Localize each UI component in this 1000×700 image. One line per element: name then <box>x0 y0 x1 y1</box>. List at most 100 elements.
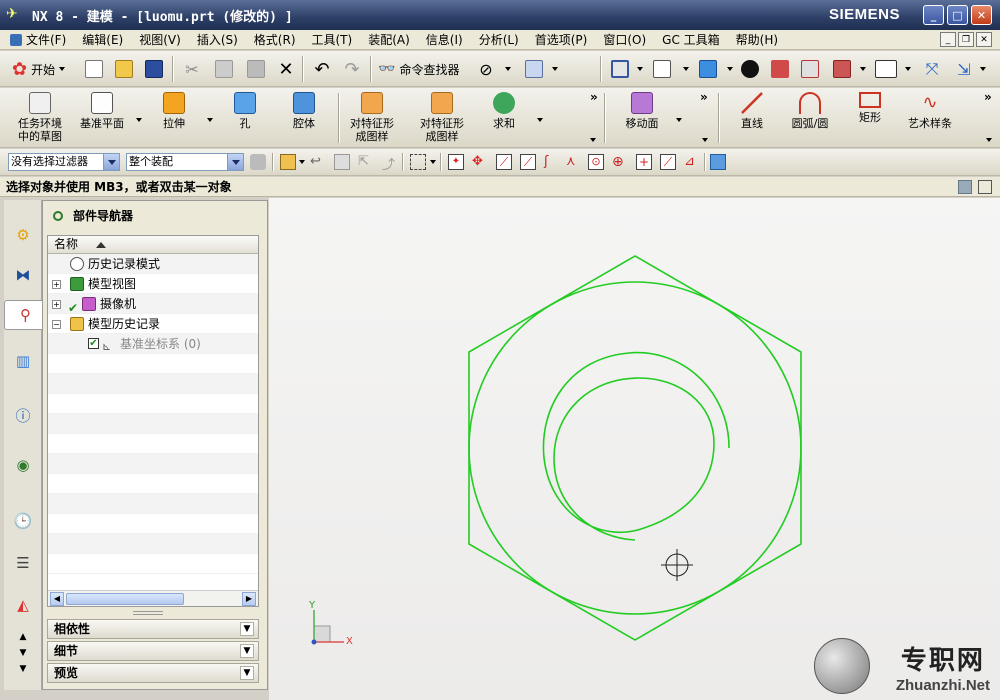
menu-tools[interactable]: 工具(T) <box>312 31 353 48</box>
mdi-minimize-button[interactable]: _ <box>940 32 956 47</box>
menu-gc-toolkit[interactable]: GC 工具箱 <box>662 31 720 48</box>
expand-icon[interactable]: + <box>52 300 61 309</box>
chevron-down-icon[interactable] <box>299 160 305 164</box>
snap-existing-point-icon[interactable]: ✥ <box>472 154 488 170</box>
menu-preferences[interactable]: 首选项(P) <box>535 31 588 48</box>
type-filter-select[interactable]: 没有选择过滤器 <box>8 153 120 171</box>
full-screen-icon[interactable] <box>978 180 992 194</box>
wcs-button[interactable]: ⤧ <box>920 57 944 81</box>
edit-section-button[interactable] <box>830 57 854 81</box>
pattern-feature-button-2[interactable]: 对特征形 成图样 <box>410 90 474 146</box>
select-feature-icon[interactable]: ⤴ <box>382 154 398 173</box>
menu-view[interactable]: 视图(V) <box>139 31 181 48</box>
move-face-button[interactable]: 移动面 <box>610 90 674 146</box>
delete-button[interactable]: ✕ <box>274 57 298 81</box>
work-layer-button[interactable] <box>872 57 900 81</box>
chevron-down-icon[interactable] <box>683 67 689 71</box>
rectangle-select-icon[interactable] <box>410 154 426 170</box>
toolbar-overflow[interactable]: » <box>984 90 992 104</box>
open-button[interactable] <box>112 57 136 81</box>
menu-help[interactable]: 帮助(H) <box>736 31 778 48</box>
menu-information[interactable]: 信息(I) <box>426 31 463 48</box>
edit-object-display-button[interactable] <box>522 57 546 81</box>
chevron-down-icon[interactable] <box>430 160 436 164</box>
sketch-in-task-button[interactable]: 任务环境 中的草图 <box>8 90 72 146</box>
save-button[interactable] <box>142 57 166 81</box>
select-body-icon[interactable] <box>710 154 726 170</box>
unite-button[interactable]: 求和 <box>472 90 536 146</box>
extrude-button[interactable]: 拉伸 <box>142 90 206 146</box>
chevron-down-icon[interactable] <box>637 67 643 71</box>
undo-button[interactable]: ↶ <box>310 57 334 81</box>
dependencies-section[interactable]: 相依性 ▼ <box>47 619 259 639</box>
toolbar-overflow[interactable]: » <box>700 90 708 104</box>
panel-splitter[interactable] <box>133 611 163 615</box>
chevron-down-icon[interactable] <box>676 118 682 122</box>
chevron-down-icon[interactable] <box>727 67 733 71</box>
reuse-library-icon[interactable]: ▥ <box>9 346 37 376</box>
chevron-down-icon[interactable] <box>986 138 992 142</box>
datum-plane-button[interactable]: 基准平面 <box>70 90 134 146</box>
snap-point-on-curve-icon[interactable]: + <box>636 154 652 170</box>
chevron-down-icon[interactable] <box>590 138 596 142</box>
assembly-filter-icon[interactable] <box>250 154 266 170</box>
chevron-down-icon[interactable] <box>980 67 986 71</box>
checkbox-checked[interactable]: ✔ <box>88 338 99 349</box>
menu-edit[interactable]: 编辑(E) <box>82 31 123 48</box>
status-grid-icon[interactable] <box>958 180 972 194</box>
expand-icon[interactable]: + <box>52 280 61 289</box>
mdi-restore-button[interactable]: ❐ <box>958 32 974 47</box>
chevron-down-icon[interactable] <box>905 67 911 71</box>
chevron-down-icon[interactable] <box>505 67 511 71</box>
hole-button[interactable]: 孔 <box>213 90 277 146</box>
name-column-header[interactable]: 名称 <box>48 236 258 254</box>
new-button[interactable] <box>82 57 106 81</box>
constraint-navigator-icon[interactable]: ⧓ <box>9 260 37 290</box>
orient-view-button[interactable] <box>650 57 674 81</box>
maximize-button[interactable]: □ <box>947 5 968 25</box>
part-navigator-icon[interactable]: ⚲ <box>4 300 46 330</box>
snap-bounded-icon[interactable]: ⊿ <box>684 154 700 170</box>
scroll-left-arrow[interactable]: ◀ <box>50 592 64 606</box>
general-selection-icon[interactable] <box>280 154 296 170</box>
system-materials-icon[interactable]: ☰ <box>9 548 37 578</box>
toolbar-overflow[interactable]: » <box>590 90 598 104</box>
paste-button[interactable] <box>244 57 268 81</box>
collapse-icon[interactable]: − <box>52 320 61 329</box>
snap-intersection-icon[interactable]: ⋏ <box>566 154 582 170</box>
background-button[interactable] <box>738 57 762 81</box>
horizontal-scrollbar[interactable]: ◀ ▶ <box>48 590 258 606</box>
pocket-button[interactable]: 腔体 <box>272 90 336 146</box>
snap-endpoint-icon[interactable]: ✦ <box>448 154 464 170</box>
redo-button[interactable]: ↷ <box>340 57 364 81</box>
clip-view-button[interactable] <box>798 57 822 81</box>
snap-line-icon[interactable]: ⟋ <box>496 154 512 170</box>
pattern-feature-button-1[interactable]: 对特征形 成图样 <box>340 90 404 146</box>
sketch-canvas[interactable] <box>269 198 1000 700</box>
history-palette-icon[interactable]: ◉ <box>9 450 37 480</box>
snap-center-icon[interactable]: ⊙ <box>588 154 604 170</box>
scroll-right-arrow[interactable]: ▶ <box>242 592 256 606</box>
snap-curve-icon[interactable]: ʃ <box>544 154 560 170</box>
move-wcs-button[interactable]: ⇲ <box>952 57 976 81</box>
studio-spline-button[interactable]: ∿ 艺术样条 <box>898 90 962 146</box>
rectangle-button[interactable]: 矩形 <box>838 90 902 146</box>
menu-window[interactable]: 窗口(O) <box>603 31 646 48</box>
tree-row-model-history[interactable]: − 模型历史记录 <box>48 314 258 334</box>
scrollbar-thumb[interactable] <box>66 593 184 605</box>
line-button[interactable]: 直线 <box>720 90 784 146</box>
snap-quadrant-icon[interactable]: ⊕ <box>612 154 628 170</box>
hexagon-curve[interactable] <box>468 255 802 641</box>
select-edge-icon[interactable]: ⇱ <box>358 154 374 170</box>
menu-format[interactable]: 格式(R) <box>254 31 296 48</box>
tree-row-cameras[interactable]: + ✔ 摄像机 <box>48 294 258 315</box>
start-button[interactable]: ✿ 开始 <box>12 57 76 81</box>
graphics-window[interactable]: Y X 专职网 Zhuanzhi.Net <box>269 198 1000 700</box>
undo-selection-icon[interactable]: ↩ <box>310 154 326 170</box>
rendering-style-button[interactable] <box>696 57 720 81</box>
close-button[interactable]: ✕ <box>971 5 992 25</box>
menu-file[interactable]: 文件(F) <box>10 31 66 48</box>
scroll-down-arrow[interactable]: ▼ <box>9 662 37 676</box>
copy-button[interactable] <box>212 57 236 81</box>
chevron-down-icon[interactable] <box>860 67 866 71</box>
